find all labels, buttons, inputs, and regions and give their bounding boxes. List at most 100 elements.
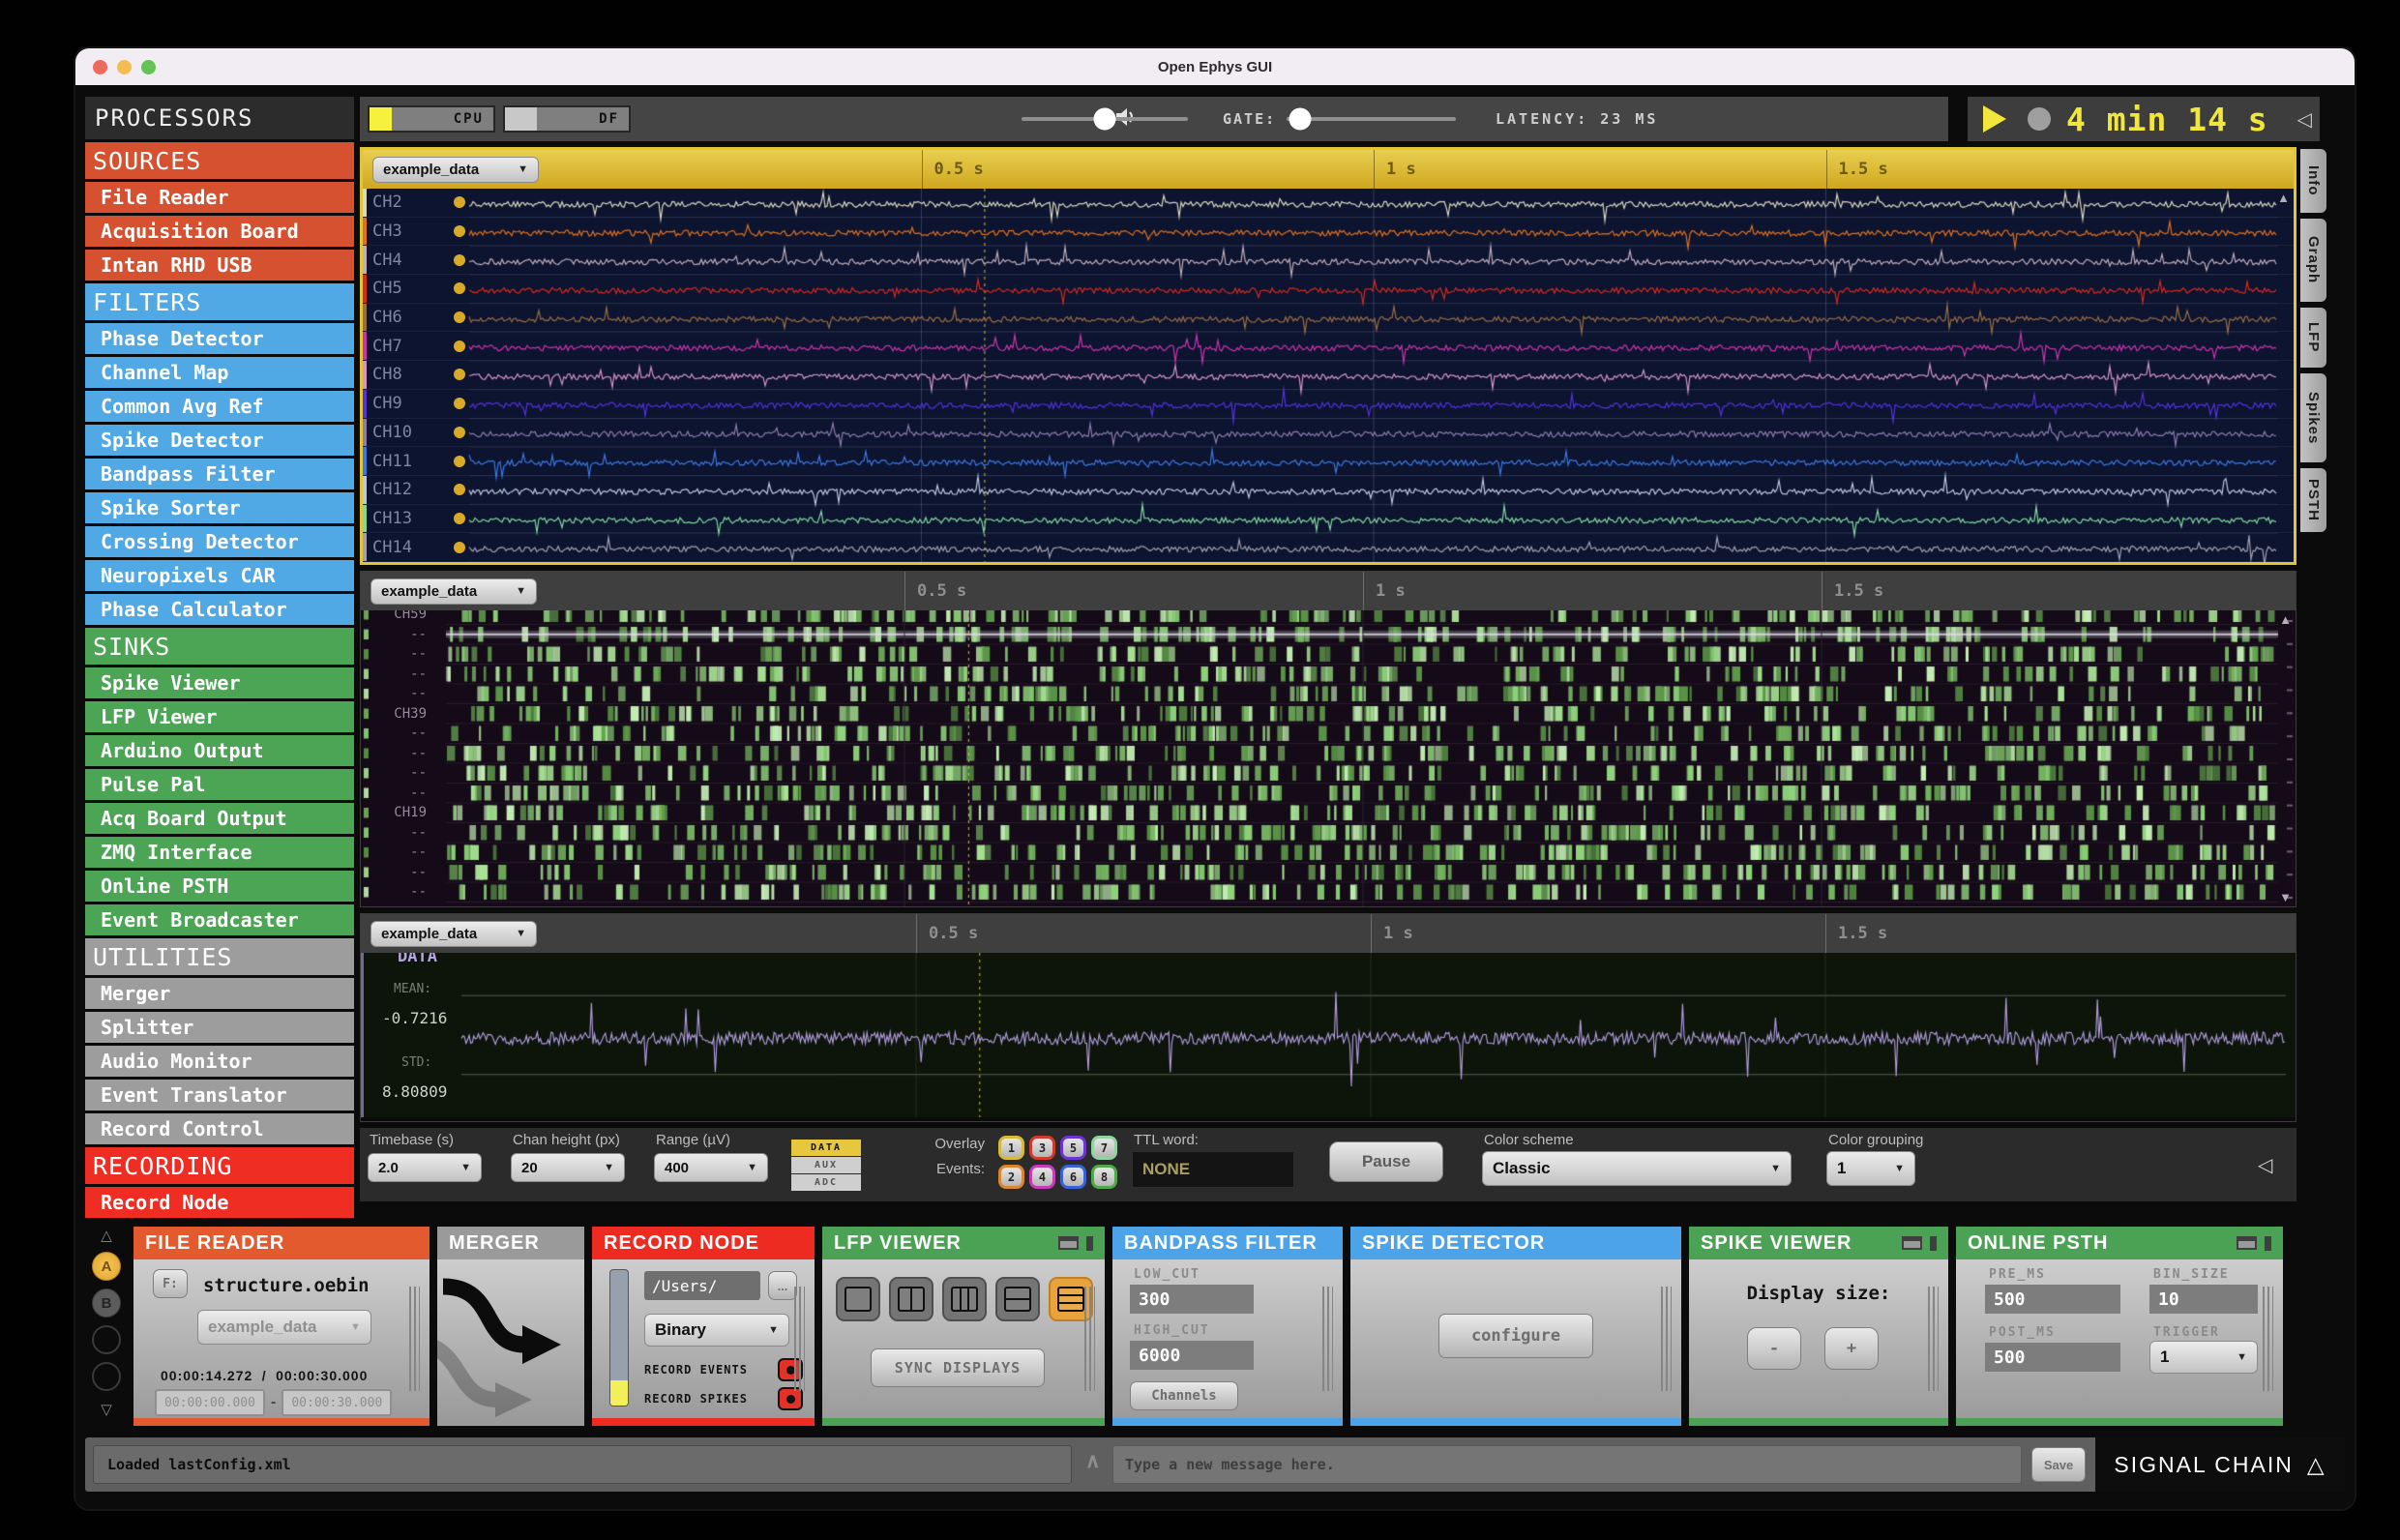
sidebar-item-spike-viewer[interactable]: Spike Viewer bbox=[85, 667, 354, 698]
stream-button-aux[interactable]: AUX bbox=[791, 1157, 861, 1173]
sidebar-item-spike-sorter[interactable]: Spike Sorter bbox=[85, 492, 354, 523]
raster-stream-selector[interactable]: example_data ▼ bbox=[370, 578, 537, 605]
open-tab-icon[interactable] bbox=[1930, 1235, 1937, 1251]
open-tab-icon[interactable] bbox=[1086, 1235, 1093, 1251]
nav-up-icon[interactable]: △ bbox=[101, 1227, 112, 1244]
layout-button-4[interactable] bbox=[995, 1277, 1040, 1321]
configure-button[interactable]: configure bbox=[1438, 1314, 1593, 1358]
timebase-select[interactable]: 2.0 ▼ bbox=[368, 1153, 482, 1182]
color-grouping-select[interactable]: 1 ▼ bbox=[1826, 1151, 1915, 1186]
event-overlay-button-6[interactable]: 6 bbox=[1060, 1165, 1086, 1189]
open-window-icon[interactable] bbox=[1058, 1236, 1079, 1250]
chain-a-button[interactable]: A bbox=[92, 1252, 121, 1281]
tab-lfp[interactable]: LFP bbox=[2300, 308, 2326, 368]
sidebar-item-record-control[interactable]: Record Control bbox=[85, 1113, 354, 1144]
sidebar-item-phase-detector[interactable]: Phase Detector bbox=[85, 323, 354, 354]
range-select[interactable]: 400 ▼ bbox=[654, 1153, 768, 1182]
sidebar-item-bandpass-filter[interactable]: Bandpass Filter bbox=[85, 459, 354, 489]
sidebar-item-spike-detector[interactable]: Spike Detector bbox=[85, 425, 354, 456]
chevron-up-icon[interactable]: ∧ bbox=[1085, 1449, 1100, 1473]
module-drag-handle[interactable] bbox=[1661, 1287, 1672, 1391]
chain-slot-button[interactable] bbox=[92, 1362, 121, 1391]
layout-button-3[interactable] bbox=[942, 1277, 987, 1321]
sidebar-item-intan-rhd-usb[interactable]: Intan RHD USB bbox=[85, 250, 354, 281]
browse-path-button[interactable]: ... bbox=[768, 1271, 797, 1300]
sidebar-item-zmq-interface[interactable]: ZMQ Interface bbox=[85, 837, 354, 868]
sidebar-item-neuropixels-car[interactable]: Neuropixels CAR bbox=[85, 560, 354, 591]
scroll-up-icon[interactable]: ▲ bbox=[2277, 191, 2290, 205]
volume-slider-thumb[interactable] bbox=[1093, 107, 1116, 131]
layout-button-1[interactable] bbox=[836, 1277, 880, 1321]
sidebar-item-event-broadcaster[interactable]: Event Broadcaster bbox=[85, 904, 354, 935]
sidebar-item-channel-map[interactable]: Channel Map bbox=[85, 357, 354, 388]
module-drag-handle[interactable] bbox=[1322, 1287, 1333, 1391]
lfp-stream-selector[interactable]: example_data ▼ bbox=[372, 156, 539, 183]
tab-psth[interactable]: PSTH bbox=[2300, 468, 2326, 532]
sidebar-item-file-reader[interactable]: File Reader bbox=[85, 182, 354, 213]
zoom-window-button[interactable] bbox=[141, 59, 156, 74]
lfp-display-canvas[interactable] bbox=[363, 189, 2294, 562]
open-window-icon[interactable] bbox=[2237, 1236, 2257, 1250]
color-scheme-select[interactable]: Classic ▼ bbox=[1482, 1151, 1792, 1186]
sidebar-item-online-psth[interactable]: Online PSTH bbox=[85, 871, 354, 902]
channels-button[interactable]: Channels bbox=[1130, 1381, 1238, 1410]
sidebar-item-record-node[interactable]: Record Node bbox=[85, 1187, 354, 1218]
gate-slider-thumb[interactable] bbox=[1289, 107, 1312, 131]
module-file-reader-header[interactable]: FILE READER bbox=[133, 1227, 430, 1259]
sidebar-item-phase-calculator[interactable]: Phase Calculator bbox=[85, 594, 354, 625]
minimize-window-button[interactable] bbox=[117, 59, 132, 74]
event-overlay-button-4[interactable]: 4 bbox=[1029, 1165, 1055, 1189]
pre-ms-input[interactable]: 500 bbox=[1985, 1285, 2120, 1314]
sidebar-item-pulse-pal[interactable]: Pulse Pal bbox=[85, 769, 354, 800]
start-time-input[interactable]: 00:00:00.000 bbox=[155, 1389, 265, 1416]
chain-slot-button[interactable] bbox=[92, 1325, 121, 1354]
save-message-button[interactable]: Save bbox=[2031, 1447, 2086, 1482]
sidebar-item-lfp-viewer[interactable]: LFP Viewer bbox=[85, 701, 354, 732]
module-drag-handle[interactable] bbox=[409, 1287, 420, 1391]
collapse-toolbar-icon[interactable]: ◁ bbox=[2297, 107, 2312, 132]
module-spike-viewer-header[interactable]: SPIKE VIEWER bbox=[1689, 1227, 1948, 1259]
record-engine-select[interactable]: Binary ▼ bbox=[644, 1314, 789, 1347]
sidebar-item-audio-monitor[interactable]: Audio Monitor bbox=[85, 1046, 354, 1077]
sidebar-item-arduino-output[interactable]: Arduino Output bbox=[85, 735, 354, 766]
display-size-decrease-button[interactable]: - bbox=[1747, 1327, 1801, 1370]
message-input[interactable]: Type a new message here. bbox=[1112, 1445, 2022, 1484]
trace-display-canvas[interactable] bbox=[361, 953, 2296, 1117]
sidebar-item-acquisition-board[interactable]: Acquisition Board bbox=[85, 216, 354, 247]
high-cut-input[interactable]: 6000 bbox=[1130, 1341, 1254, 1370]
module-online-psth-header[interactable]: ONLINE PSTH bbox=[1956, 1227, 2283, 1259]
layout-button-2[interactable] bbox=[889, 1277, 933, 1321]
nav-down-icon[interactable]: ▽ bbox=[101, 1401, 112, 1418]
end-time-input[interactable]: 00:00:30.000 bbox=[281, 1389, 393, 1416]
event-overlay-button-8[interactable]: 8 bbox=[1091, 1165, 1117, 1189]
chain-b-button[interactable]: B bbox=[92, 1288, 121, 1318]
sidebar-item-acq-board-output[interactable]: Acq Board Output bbox=[85, 803, 354, 834]
record-path-field[interactable]: /Users/ bbox=[644, 1271, 760, 1300]
open-window-icon[interactable] bbox=[1902, 1236, 1922, 1250]
module-drag-handle[interactable] bbox=[1084, 1287, 1095, 1391]
module-drag-handle[interactable] bbox=[1928, 1287, 1939, 1391]
module-record-node-header[interactable]: RECORD NODE bbox=[592, 1227, 815, 1259]
event-overlay-button-3[interactable]: 3 bbox=[1029, 1136, 1055, 1160]
display-size-increase-button[interactable]: + bbox=[1824, 1327, 1879, 1370]
post-ms-input[interactable]: 500 bbox=[1985, 1343, 2120, 1372]
sync-displays-button[interactable]: SYNC DISPLAYS bbox=[871, 1348, 1045, 1387]
open-tab-icon[interactable] bbox=[2265, 1235, 2271, 1251]
tab-graph[interactable]: Graph bbox=[2300, 219, 2326, 302]
play-button[interactable] bbox=[1983, 105, 2006, 133]
sidebar-item-merger[interactable]: Merger bbox=[85, 978, 354, 1009]
file-stream-selector[interactable]: example_data ▼ bbox=[197, 1310, 371, 1345]
event-overlay-button-1[interactable]: 1 bbox=[998, 1136, 1024, 1160]
gate-slider[interactable] bbox=[1287, 107, 1456, 131]
low-cut-input[interactable]: 300 bbox=[1130, 1285, 1254, 1314]
stream-button-adc[interactable]: ADC bbox=[791, 1174, 861, 1191]
scroll-down-icon[interactable]: ▼ bbox=[2279, 890, 2292, 904]
module-drag-handle[interactable] bbox=[794, 1287, 805, 1391]
event-overlay-button-2[interactable]: 2 bbox=[998, 1165, 1024, 1189]
collapse-options-icon[interactable]: ◁ bbox=[2258, 1153, 2272, 1177]
module-bandpass-header[interactable]: BANDPASS FILTER bbox=[1112, 1227, 1343, 1259]
module-spike-detector-header[interactable]: SPIKE DETECTOR bbox=[1350, 1227, 1681, 1259]
trigger-select[interactable]: 1 ▼ bbox=[2149, 1341, 2258, 1374]
tab-info[interactable]: Info bbox=[2300, 149, 2326, 213]
sidebar-item-event-translator[interactable]: Event Translator bbox=[85, 1080, 354, 1111]
